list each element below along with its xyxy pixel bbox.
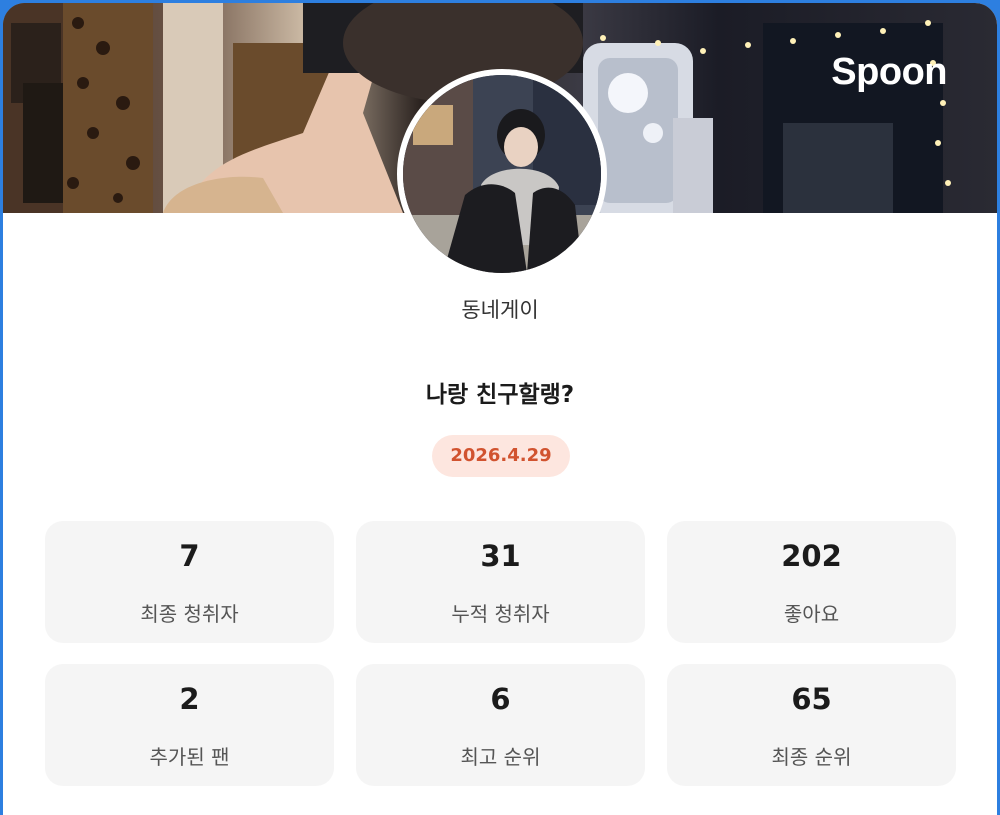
stat-new-fans: 2 추가된 팬: [45, 664, 334, 786]
stat-value: 65: [791, 682, 832, 716]
stat-label: 좋아요: [783, 602, 840, 626]
profile-avatar-frame: [397, 69, 607, 279]
avatar-photo-illustration: [403, 75, 601, 273]
spoon-logo: Spoon: [831, 51, 947, 93]
stat-label: 누적 청취자: [451, 602, 550, 626]
broadcast-summary-card: Spoon 동네게이 나랑 친구할랭? 2026.4.29 7 최종 청취자 3…: [3, 3, 997, 815]
stat-label: 추가된 팬: [149, 745, 230, 769]
avatar: [403, 75, 601, 273]
stat-total-listeners: 31 누적 청취자: [356, 521, 645, 643]
broadcast-title: 나랑 친구할랭?: [425, 382, 575, 408]
stat-label: 최종 순위: [771, 745, 852, 769]
stat-final-listeners: 7 최종 청취자: [45, 521, 334, 643]
broadcast-date-badge: 2026.4.29: [432, 435, 570, 477]
stat-likes: 202 좋아요: [667, 521, 956, 643]
stat-label: 최고 순위: [460, 745, 541, 769]
stat-value: 7: [179, 539, 200, 573]
stat-best-rank: 6 최고 순위: [356, 664, 645, 786]
stat-value: 6: [490, 682, 511, 716]
stat-label: 최종 청취자: [140, 602, 239, 626]
stat-value: 2: [179, 682, 200, 716]
stat-value: 31: [480, 539, 521, 573]
stat-value: 202: [781, 539, 842, 573]
stat-final-rank: 65 최종 순위: [667, 664, 956, 786]
dj-nickname: 동네게이: [461, 298, 539, 322]
